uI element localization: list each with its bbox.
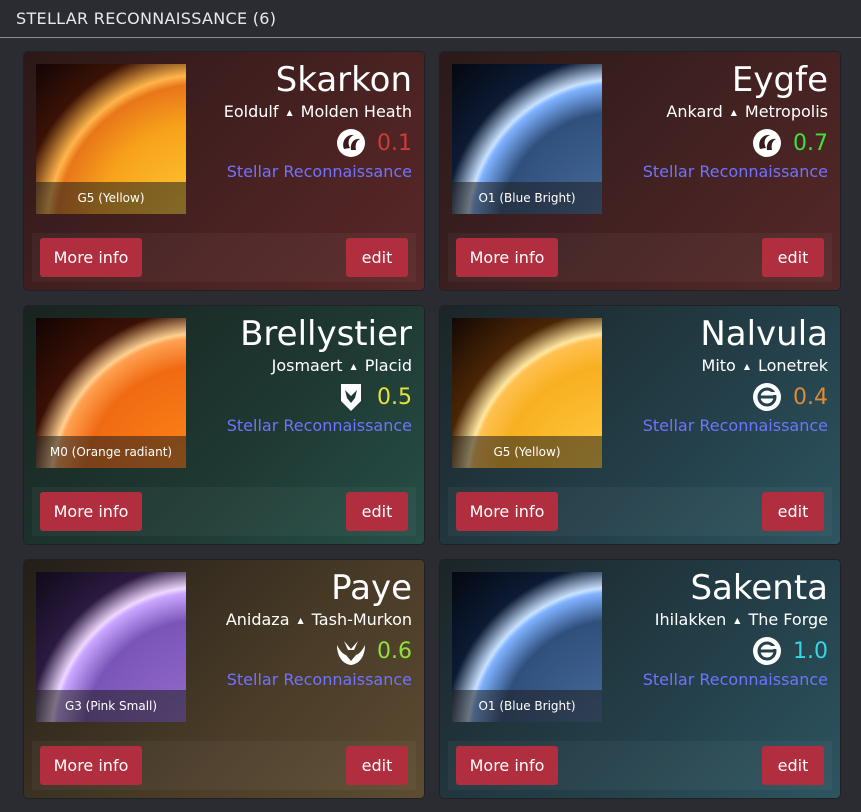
star-image: M0 (Orange radiant) bbox=[36, 318, 186, 468]
region-name: Placid bbox=[364, 356, 412, 375]
card-footer: More info edit bbox=[32, 487, 416, 536]
card-footer: More info edit bbox=[448, 741, 832, 790]
amarr-icon bbox=[337, 641, 365, 665]
gallente-icon bbox=[341, 384, 361, 411]
region-name: Molden Heath bbox=[300, 102, 412, 121]
security-row: 0.5 bbox=[335, 381, 412, 413]
security-status: 1.0 bbox=[793, 638, 828, 664]
separator-triangle-icon: ▲ bbox=[286, 107, 293, 117]
more-info-button[interactable]: More info bbox=[40, 238, 142, 277]
card-footer: More info edit bbox=[448, 233, 832, 282]
stellar-reconnaissance-link[interactable]: Stellar Reconnaissance bbox=[227, 670, 412, 689]
system-location: Ihilakken ▲ The Forge bbox=[655, 610, 828, 631]
minmatar-icon bbox=[337, 129, 365, 157]
spectral-class-label: O1 (Blue Bright) bbox=[452, 690, 602, 722]
stellar-reconnaissance-link[interactable]: Stellar Reconnaissance bbox=[643, 416, 828, 435]
constellation-name: Anidaza bbox=[225, 610, 290, 629]
stellar-reconnaissance-link[interactable]: Stellar Reconnaissance bbox=[643, 162, 828, 181]
section-title: STELLAR RECONNAISSANCE (6) bbox=[16, 9, 277, 28]
caldari-icon bbox=[753, 637, 781, 665]
spectral-class-label: G3 (Pink Small) bbox=[36, 690, 186, 722]
more-info-button[interactable]: More info bbox=[456, 746, 558, 785]
star-card: G5 (Yellow) Nalvula Mito ▲ Lonetrek 0.4 St… bbox=[440, 306, 840, 544]
star-image: G3 (Pink Small) bbox=[36, 572, 186, 722]
spectral-class-label: G5 (Yellow) bbox=[36, 182, 186, 214]
security-status: 0.6 bbox=[377, 638, 412, 664]
security-status: 0.7 bbox=[793, 130, 828, 156]
system-location: Ankard ▲ Metropolis bbox=[666, 102, 828, 123]
region-name: Metropolis bbox=[744, 102, 828, 121]
system-location: Josmaert ▲ Placid bbox=[272, 356, 412, 377]
constellation-name: Josmaert bbox=[271, 356, 343, 375]
star-card: O1 (Blue Bright) Eygfe Ankard ▲ Metropolis… bbox=[440, 52, 840, 290]
system-name: Nalvula bbox=[700, 314, 828, 354]
separator-triangle-icon: ▲ bbox=[730, 107, 737, 117]
star-card: G3 (Pink Small) Paye Anidaza ▲ Tash-Murkon… bbox=[24, 560, 424, 798]
more-info-button[interactable]: More info bbox=[456, 238, 558, 277]
edit-button[interactable]: edit bbox=[762, 238, 824, 277]
security-row: 0.7 bbox=[751, 127, 828, 159]
stellar-reconnaissance-link[interactable]: Stellar Reconnaissance bbox=[227, 416, 412, 435]
security-row: 0.4 bbox=[751, 381, 828, 413]
star-image: O1 (Blue Bright) bbox=[452, 572, 602, 722]
region-name: Lonetrek bbox=[757, 356, 828, 375]
system-location: Anidaza ▲ Tash-Murkon bbox=[226, 610, 412, 631]
spectral-class-label: G5 (Yellow) bbox=[452, 436, 602, 468]
system-location: Mito ▲ Lonetrek bbox=[702, 356, 828, 377]
star-image: G5 (Yellow) bbox=[452, 318, 602, 468]
system-name: Paye bbox=[331, 568, 412, 608]
region-name: Tash-Murkon bbox=[311, 610, 412, 629]
separator-triangle-icon: ▲ bbox=[734, 615, 741, 625]
security-status: 0.5 bbox=[377, 384, 412, 410]
separator-triangle-icon: ▲ bbox=[743, 361, 750, 371]
constellation-name: Ihilakken bbox=[654, 610, 727, 629]
edit-button[interactable]: edit bbox=[346, 492, 408, 531]
star-image: O1 (Blue Bright) bbox=[452, 64, 602, 214]
more-info-button[interactable]: More info bbox=[40, 746, 142, 785]
stellar-reconnaissance-link[interactable]: Stellar Reconnaissance bbox=[227, 162, 412, 181]
spectral-class-label: M0 (Orange radiant) bbox=[36, 436, 186, 468]
edit-button[interactable]: edit bbox=[346, 746, 408, 785]
security-row: 0.1 bbox=[335, 127, 412, 159]
constellation-name: Mito bbox=[701, 356, 736, 375]
card-footer: More info edit bbox=[448, 487, 832, 536]
separator-triangle-icon: ▲ bbox=[297, 615, 304, 625]
section-header: STELLAR RECONNAISSANCE (6) bbox=[0, 0, 861, 38]
minmatar-icon bbox=[753, 129, 781, 157]
star-card: G5 (Yellow) Skarkon Eoldulf ▲ Molden Heath… bbox=[24, 52, 424, 290]
card-footer: More info edit bbox=[32, 741, 416, 790]
stellar-reconnaissance-link[interactable]: Stellar Reconnaissance bbox=[643, 670, 828, 689]
edit-button[interactable]: edit bbox=[762, 746, 824, 785]
security-row: 1.0 bbox=[751, 635, 828, 667]
constellation-name: Ankard bbox=[666, 102, 723, 121]
more-info-button[interactable]: More info bbox=[40, 492, 142, 531]
star-image: G5 (Yellow) bbox=[36, 64, 186, 214]
system-name: Skarkon bbox=[275, 60, 412, 100]
spectral-class-label: O1 (Blue Bright) bbox=[452, 182, 602, 214]
star-card: M0 (Orange radiant) Brellystier Josmaert… bbox=[24, 306, 424, 544]
system-name: Eygfe bbox=[731, 60, 828, 100]
more-info-button[interactable]: More info bbox=[456, 492, 558, 531]
card-footer: More info edit bbox=[32, 233, 416, 282]
system-name: Brellystier bbox=[240, 314, 412, 354]
edit-button[interactable]: edit bbox=[346, 238, 408, 277]
system-name: Sakenta bbox=[690, 568, 828, 608]
security-status: 0.1 bbox=[377, 130, 412, 156]
security-row: 0.6 bbox=[335, 635, 412, 667]
edit-button[interactable]: edit bbox=[762, 492, 824, 531]
separator-triangle-icon: ▲ bbox=[350, 361, 357, 371]
caldari-icon bbox=[753, 383, 781, 411]
security-status: 0.4 bbox=[793, 384, 828, 410]
constellation-name: Eoldulf bbox=[223, 102, 279, 121]
system-location: Eoldulf ▲ Molden Heath bbox=[224, 102, 412, 123]
star-card: O1 (Blue Bright) Sakenta Ihilakken ▲ The F… bbox=[440, 560, 840, 798]
region-name: The Forge bbox=[748, 610, 828, 629]
